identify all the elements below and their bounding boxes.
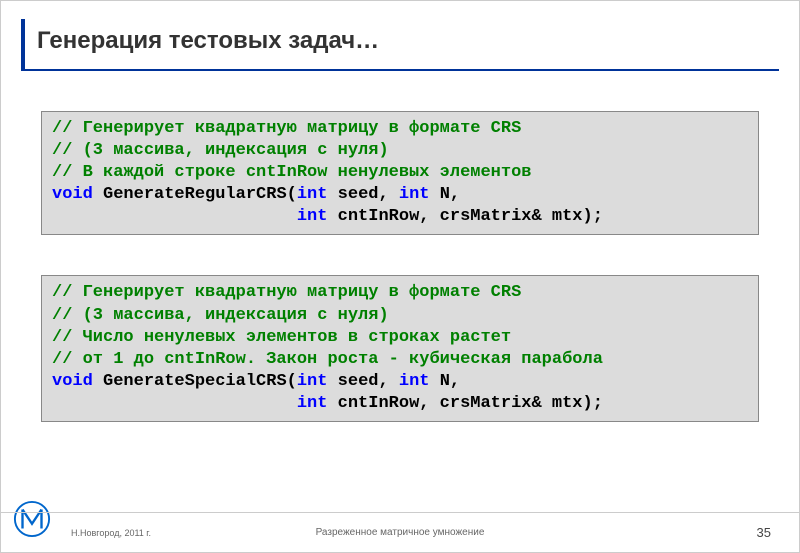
keyword-int: int: [399, 372, 430, 391]
comment-line: // Генерирует квадратную матрицу в форма…: [52, 283, 521, 302]
comment-line: // (3 массива, индексация с нуля): [52, 306, 389, 325]
slide-content: // Генерирует квадратную матрицу в форма…: [1, 81, 799, 422]
function-name: GenerateSpecialCRS(: [93, 372, 297, 391]
comment-line: // Число ненулевых элементов в строках р…: [52, 328, 511, 347]
footer-location: Н.Новгород, 2011 г.: [71, 528, 151, 538]
keyword-int: int: [297, 372, 328, 391]
keyword-int: int: [297, 207, 328, 226]
keyword-int: int: [297, 394, 328, 413]
footer-title: Разреженное матричное умножение: [316, 527, 485, 538]
param: cntInRow, crsMatrix& mtx);: [327, 207, 602, 226]
keyword-int: int: [399, 185, 430, 204]
slide-footer: Н.Новгород, 2011 г. Разреженное матрично…: [1, 512, 799, 552]
comment-line: // В каждой строке cntInRow ненулевых эл…: [52, 163, 531, 182]
param: seed,: [327, 372, 398, 391]
comment-line: // (3 массива, индексация с нуля): [52, 141, 389, 160]
comment-line: // от 1 до cntInRow. Закон роста - кубич…: [52, 350, 603, 369]
keyword-void: void: [52, 185, 93, 204]
keyword-int: int: [297, 185, 328, 204]
comment-line: // Генерирует квадратную матрицу в форма…: [52, 119, 521, 138]
param: N,: [430, 185, 461, 204]
slide-header: Генерация тестовых задач…: [1, 1, 799, 81]
param: N,: [430, 372, 461, 391]
param: cntInRow, crsMatrix& mtx);: [327, 394, 602, 413]
code-block-1: // Генерирует квадратную матрицу в форма…: [41, 111, 759, 235]
keyword-void: void: [52, 372, 93, 391]
code-block-2: // Генерирует квадратную матрицу в форма…: [41, 275, 759, 422]
param: seed,: [327, 185, 398, 204]
page-number: 35: [757, 525, 771, 540]
function-name: GenerateRegularCRS(: [93, 185, 297, 204]
slide-title: Генерация тестовых задач…: [37, 27, 779, 55]
title-border: Генерация тестовых задач…: [21, 19, 779, 71]
indent: [52, 394, 297, 413]
indent: [52, 207, 297, 226]
